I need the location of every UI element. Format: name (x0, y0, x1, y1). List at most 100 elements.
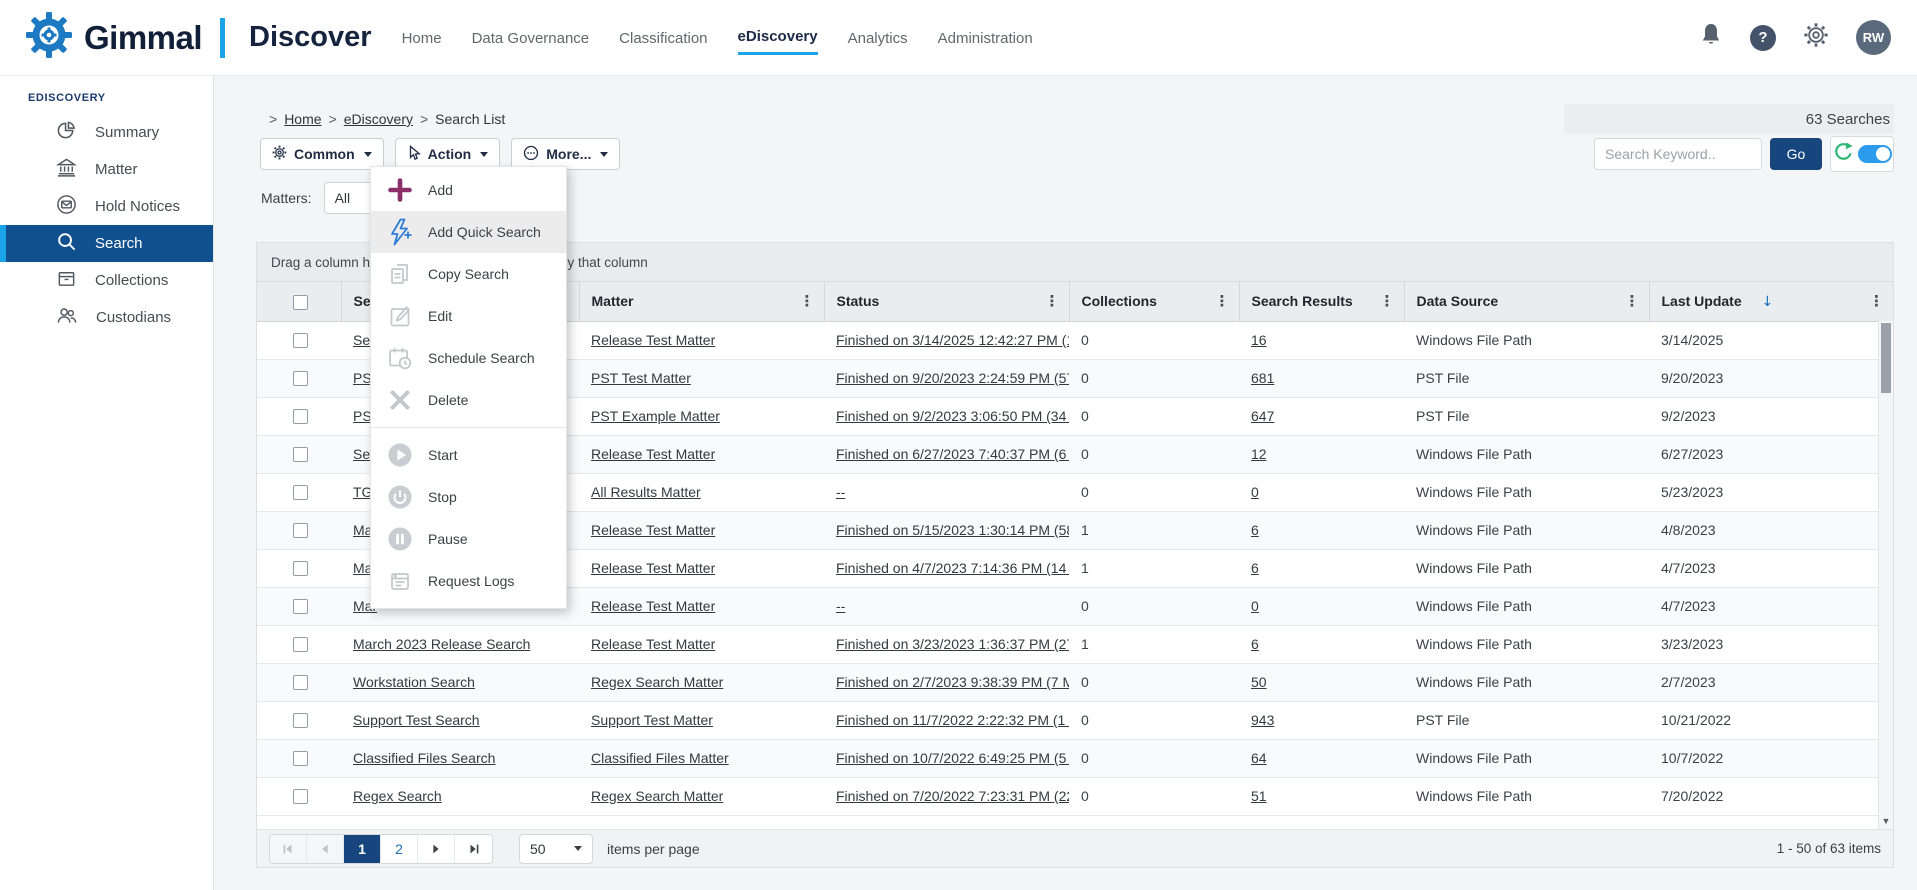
search-results-link[interactable]: 16 (1251, 332, 1267, 348)
status-link[interactable]: Finished on 9/2/2023 3:06:50 PM (34 M (836, 408, 1069, 424)
status-link[interactable]: Finished on 2/7/2023 9:38:39 PM (7 Mi (836, 674, 1069, 690)
sidebar-item-custodians[interactable]: Custodians (0, 299, 213, 336)
breadcrumb-link-home[interactable]: Home (284, 111, 321, 127)
column-header-matter[interactable]: Matter ⋮ (579, 282, 824, 321)
row-checkbox[interactable] (293, 561, 308, 576)
column-menu-icon[interactable]: ⋮ (1625, 292, 1640, 310)
row-checkbox[interactable] (293, 409, 308, 424)
matter-link[interactable]: Release Test Matter (591, 598, 715, 614)
matter-link[interactable]: Release Test Matter (591, 446, 715, 462)
status-link[interactable]: Finished on 3/14/2025 12:42:27 PM (19 (836, 332, 1069, 348)
matter-link[interactable]: Support Test Matter (591, 712, 713, 728)
column-menu-icon[interactable]: ⋮ (1380, 292, 1395, 310)
search-results-link[interactable]: 12 (1251, 446, 1267, 462)
matter-link[interactable]: PST Example Matter (591, 408, 720, 424)
page-1-button[interactable]: 1 (344, 835, 381, 863)
search-results-link[interactable]: 0 (1251, 598, 1259, 614)
matter-link[interactable]: Release Test Matter (591, 332, 715, 348)
matter-link[interactable]: Release Test Matter (591, 560, 715, 576)
help-icon[interactable]: ? (1750, 25, 1776, 51)
row-checkbox[interactable] (293, 713, 308, 728)
menu-item-copy-search[interactable]: Copy Search (371, 253, 566, 295)
go-button[interactable]: Go (1770, 138, 1822, 170)
row-checkbox[interactable] (293, 447, 308, 462)
sidebar-item-summary[interactable]: Summary (0, 114, 213, 151)
nav-item-ediscovery[interactable]: eDiscovery (738, 20, 818, 55)
sidebar-item-hold-notices[interactable]: Hold Notices (0, 188, 213, 225)
brand[interactable]: Gimmal Discover (26, 12, 372, 63)
select-all-checkbox[interactable] (293, 295, 308, 310)
page-2-button[interactable]: 2 (381, 835, 418, 863)
matter-link[interactable]: Regex Search Matter (591, 674, 723, 690)
nav-item-classification[interactable]: Classification (619, 22, 707, 54)
column-header-search-results[interactable]: Search Results ⋮ (1239, 282, 1404, 321)
menu-item-edit[interactable]: Edit (371, 295, 566, 337)
search-results-link[interactable]: 0 (1251, 484, 1259, 500)
search-results-link[interactable]: 681 (1251, 370, 1274, 386)
row-checkbox[interactable] (293, 485, 308, 500)
search-name-link[interactable]: Support Test Search (353, 712, 480, 728)
search-name-link[interactable]: Workstation Search (353, 674, 475, 690)
row-checkbox[interactable] (293, 333, 308, 348)
search-name-link[interactable]: Regex Search (353, 788, 442, 804)
column-header-last-update[interactable]: Last Update ↓ ⋮ (1649, 282, 1893, 321)
status-link[interactable]: Finished on 11/7/2022 2:22:32 PM (1 H (836, 712, 1069, 728)
scrollbar-thumb[interactable] (1881, 323, 1891, 393)
search-results-link[interactable]: 64 (1251, 750, 1267, 766)
matter-link[interactable]: Release Test Matter (591, 522, 715, 538)
row-checkbox[interactable] (293, 371, 308, 386)
auto-refresh-toggle[interactable] (1858, 145, 1892, 163)
page-size-select[interactable]: 50 (519, 834, 593, 864)
column-menu-icon[interactable]: ⋮ (800, 292, 815, 310)
matter-link[interactable]: Regex Search Matter (591, 788, 723, 804)
sidebar-item-collections[interactable]: Collections (0, 262, 213, 299)
sidebar-item-search[interactable]: Search (0, 225, 213, 262)
status-link[interactable]: Finished on 6/27/2023 7:40:37 PM (6 M (836, 446, 1069, 462)
row-checkbox[interactable] (293, 599, 308, 614)
search-keyword-input[interactable] (1594, 138, 1762, 170)
row-checkbox[interactable] (293, 675, 308, 690)
column-menu-icon[interactable]: ⋮ (1869, 292, 1884, 310)
column-menu-icon[interactable]: ⋮ (1045, 292, 1060, 310)
row-checkbox[interactable] (293, 789, 308, 804)
nav-item-home[interactable]: Home (402, 22, 442, 54)
matter-link[interactable]: All Results Matter (591, 484, 701, 500)
matter-link[interactable]: Classified Files Matter (591, 750, 729, 766)
row-checkbox[interactable] (293, 637, 308, 652)
settings-gear-icon[interactable] (1803, 22, 1829, 53)
menu-item-add-quick-search[interactable]: Add Quick Search (371, 211, 566, 253)
search-name-link[interactable]: Classified Files Search (353, 750, 495, 766)
notifications-bell-icon[interactable] (1699, 22, 1723, 53)
last-page-button[interactable] (455, 835, 492, 863)
search-results-link[interactable]: 647 (1251, 408, 1274, 424)
status-link[interactable]: Finished on 10/7/2022 6:49:25 PM (5 M (836, 750, 1069, 766)
row-checkbox[interactable] (293, 523, 308, 538)
search-name-link[interactable]: March 2023 Release Search (353, 636, 530, 652)
search-results-link[interactable]: 943 (1251, 712, 1274, 728)
status-link[interactable]: -- (836, 598, 845, 614)
search-results-link[interactable]: 50 (1251, 674, 1267, 690)
column-header-status[interactable]: Status ⋮ (824, 282, 1069, 321)
breadcrumb-link-ediscovery[interactable]: eDiscovery (344, 111, 413, 127)
menu-item-pause[interactable]: Pause (371, 518, 566, 560)
column-menu-icon[interactable]: ⋮ (1215, 292, 1230, 310)
nav-item-analytics[interactable]: Analytics (848, 22, 908, 54)
menu-item-request-logs[interactable]: Request Logs (371, 560, 566, 602)
scrollbar-down-arrow[interactable]: ▼ (1879, 816, 1893, 826)
menu-item-stop[interactable]: Stop (371, 476, 566, 518)
refresh-icon[interactable] (1833, 142, 1853, 167)
column-header-data-source[interactable]: Data Source ⋮ (1404, 282, 1649, 321)
status-link[interactable]: -- (836, 484, 845, 500)
sidebar-item-matter[interactable]: Matter (0, 151, 213, 188)
matter-link[interactable]: Release Test Matter (591, 636, 715, 652)
row-checkbox[interactable] (293, 751, 308, 766)
menu-item-delete[interactable]: Delete (371, 379, 566, 421)
nav-item-data-governance[interactable]: Data Governance (472, 22, 590, 54)
menu-item-schedule-search[interactable]: Schedule Search (371, 337, 566, 379)
vertical-scrollbar[interactable]: ▼ (1878, 321, 1893, 829)
next-page-button[interactable] (418, 835, 455, 863)
status-link[interactable]: Finished on 9/20/2023 2:24:59 PM (57 (836, 370, 1069, 386)
search-results-link[interactable]: 51 (1251, 788, 1267, 804)
search-results-link[interactable]: 6 (1251, 560, 1259, 576)
menu-item-start[interactable]: Start (371, 434, 566, 476)
